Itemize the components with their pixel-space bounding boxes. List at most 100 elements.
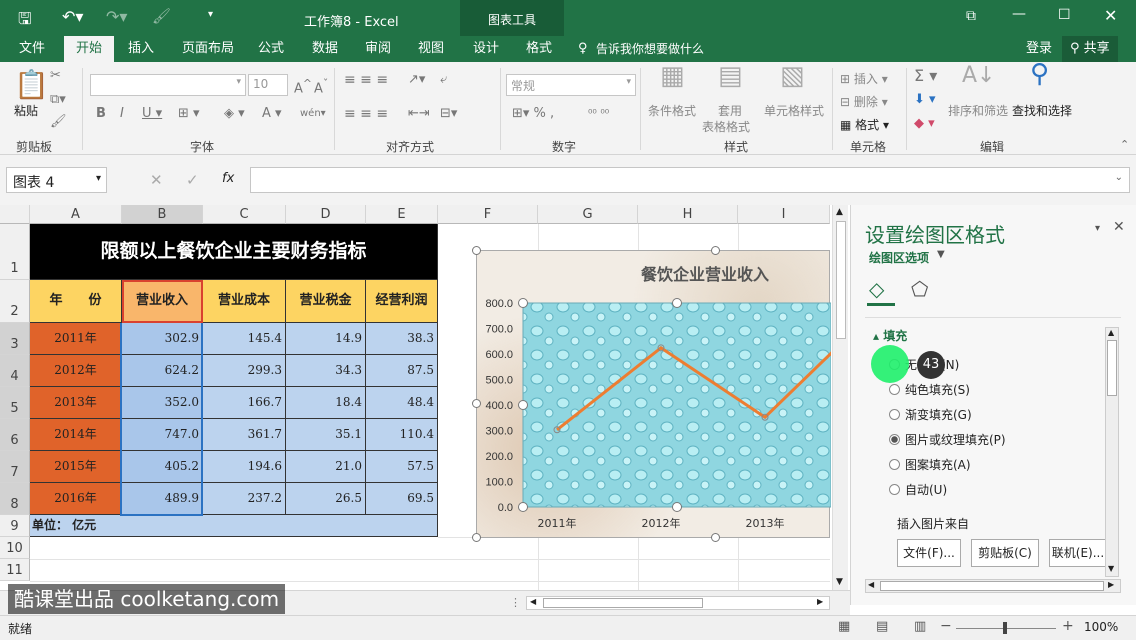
table-value-cell[interactable]: 18.4 (286, 387, 366, 419)
italic-icon[interactable]: I (120, 106, 124, 122)
cell-style-label[interactable]: 单元格样式 (764, 102, 824, 119)
chart-object[interactable]: 餐饮企业营业收入 800.0 700.0 600.0 500.0 400.0 300.0 2… (472, 246, 831, 542)
column-header[interactable]: G (538, 205, 638, 224)
table-year-cell[interactable]: 2016年 (30, 483, 122, 515)
table-format-label-2[interactable]: 表格格式 (702, 118, 750, 135)
conditional-format-icon[interactable]: ▦ (660, 63, 685, 89)
orientation-icon[interactable]: ↗▾ (408, 72, 425, 88)
fill-option-radio[interactable] (889, 434, 900, 445)
scrollbar-thumb[interactable] (836, 221, 846, 339)
table-value-cell[interactable]: 14.9 (286, 323, 366, 355)
column-header[interactable]: B (122, 205, 203, 224)
number-format-combo[interactable]: 常规 ▾ (506, 74, 636, 96)
pane-options-icon[interactable]: ▾ (1095, 223, 1100, 234)
plot-resize-handle[interactable] (518, 298, 528, 308)
format-painter-icon[interactable]: 🖌 (50, 114, 67, 130)
autosum-icon[interactable]: Σ ▾ (914, 68, 937, 84)
minimize-icon[interactable]: — (1012, 6, 1026, 22)
table-value-cell[interactable]: 299.3 (203, 355, 286, 387)
close-icon[interactable]: ✕ (1104, 6, 1117, 25)
confirm-entry-icon[interactable]: ✓ (186, 171, 199, 189)
paste-icon[interactable]: 📋 (14, 68, 49, 101)
shrink-font-icon[interactable]: Aˇ (314, 76, 328, 97)
table-value-cell[interactable]: 145.4 (203, 323, 286, 355)
bold-icon[interactable]: B (96, 106, 106, 122)
normal-view-icon[interactable]: ▦ (838, 619, 850, 634)
fill-section-header[interactable]: ▴ 填充 (873, 327, 907, 344)
format-cells-button[interactable]: ▦ 格式 ▾ (840, 116, 889, 133)
customize-qat-icon[interactable]: ▾ (208, 9, 213, 20)
cancel-entry-icon[interactable]: ✕ (150, 171, 163, 189)
table-value-cell[interactable]: 166.7 (203, 387, 286, 419)
row-header[interactable]: 4 (0, 355, 30, 387)
row-header[interactable]: 5 (0, 387, 30, 419)
table-header[interactable]: 营业税金 (286, 280, 366, 323)
copy-icon[interactable]: ⧉▾ (50, 92, 66, 108)
table-value-cell[interactable]: 361.7 (203, 419, 286, 451)
select-all-corner[interactable] (0, 205, 30, 224)
plot-area[interactable] (522, 302, 831, 508)
tab-data[interactable]: 数据 (312, 36, 338, 62)
ribbon-display-icon[interactable]: ⧉ (966, 8, 976, 24)
underline-icon[interactable]: U ▾ (142, 106, 162, 122)
row-header[interactable]: 9 (0, 515, 30, 537)
fill-option-radio[interactable] (889, 459, 900, 470)
scroll-up-icon[interactable]: ▲ (836, 207, 843, 217)
plot-resize-handle[interactable] (672, 298, 682, 308)
scroll-down-icon[interactable]: ▼ (836, 577, 843, 587)
file-button[interactable]: 文件(F)... (897, 539, 961, 567)
online-button[interactable]: 联机(E)... (1049, 539, 1107, 567)
scroll-left-icon[interactable]: ◀ (530, 597, 536, 606)
font-name-combo[interactable]: ▾ (90, 74, 246, 96)
page-break-view-icon[interactable]: ▥ (914, 619, 926, 634)
insert-cells-button[interactable]: ⊞ 插入 ▾ (840, 70, 888, 87)
tab-home[interactable]: 开始 (64, 36, 115, 62)
name-box[interactable]: 图表 4 ▾ (6, 167, 107, 193)
font-color-icon[interactable]: A ▾ (262, 106, 282, 122)
more-options-icon[interactable]: ⋮ (510, 596, 521, 609)
h-scrollbar-thumb[interactable] (543, 598, 703, 608)
fill-line-icon[interactable]: ◇ (869, 277, 884, 301)
scroll-right-icon[interactable]: ▶ (817, 597, 823, 606)
phonetic-icon[interactable]: wén▾ (300, 106, 326, 122)
table-header[interactable]: 经营利润 (366, 280, 438, 323)
column-header[interactable]: D (286, 205, 366, 224)
tab-file[interactable]: 文件 (19, 36, 45, 62)
find-select-icon[interactable]: ⚲ (1030, 61, 1049, 87)
decimal-icon[interactable]: ⁰⁰ ⁰⁰ (588, 106, 609, 122)
plot-resize-handle[interactable] (672, 502, 682, 512)
table-value-cell[interactable]: 87.5 (366, 355, 438, 387)
insert-function-icon[interactable]: fx (222, 171, 234, 186)
fill-color-icon[interactable]: ◈ ▾ (224, 106, 245, 122)
table-value-cell[interactable]: 48.4 (366, 387, 438, 419)
table-value-cell[interactable]: 69.5 (366, 483, 438, 515)
undo-icon[interactable]: ↶▾ (62, 7, 83, 26)
table-value-cell[interactable]: 110.4 (366, 419, 438, 451)
tab-formulas[interactable]: 公式 (258, 36, 284, 62)
tab-design[interactable]: 设计 (473, 36, 499, 62)
table-year-cell[interactable]: 2013年 (30, 387, 122, 419)
sort-filter-label[interactable]: 排序和筛选 (948, 102, 1008, 119)
column-header[interactable]: E (366, 205, 438, 224)
resize-handle[interactable] (472, 533, 481, 542)
pane-scrollbar[interactable]: ▲ ▼ (1105, 327, 1119, 577)
scroll-right-icon[interactable]: ▶ (1108, 580, 1114, 589)
pane-h-thumb[interactable] (880, 581, 1104, 591)
table-header[interactable]: 营业收入 (122, 280, 203, 323)
zoom-slider-thumb[interactable] (1003, 622, 1007, 634)
unit-note[interactable]: 单位： 亿元 (30, 515, 438, 537)
column-header[interactable]: A (30, 205, 122, 224)
tab-page-layout[interactable]: 页面布局 (182, 36, 234, 62)
format-painter-qa-icon[interactable]: 🖌 (152, 7, 171, 25)
fill-option-label[interactable]: 图片或纹理填充(P) (905, 431, 1006, 448)
paste-label[interactable]: 粘贴 (14, 102, 38, 119)
fill-option-label[interactable]: 纯色填充(S) (905, 381, 970, 398)
pane-h-scrollbar[interactable]: ◀ ▶ (865, 579, 1121, 593)
indent-icon[interactable]: ⇤⇥ (408, 106, 430, 122)
currency-icon[interactable]: ⊞▾ % , (512, 106, 554, 122)
tab-format[interactable]: 格式 (526, 36, 552, 62)
save-icon[interactable]: 🖫 (18, 8, 32, 35)
resize-handle[interactable] (472, 399, 481, 408)
column-header[interactable]: F (438, 205, 538, 224)
find-select-label[interactable]: 查找和选择 (1012, 102, 1072, 119)
